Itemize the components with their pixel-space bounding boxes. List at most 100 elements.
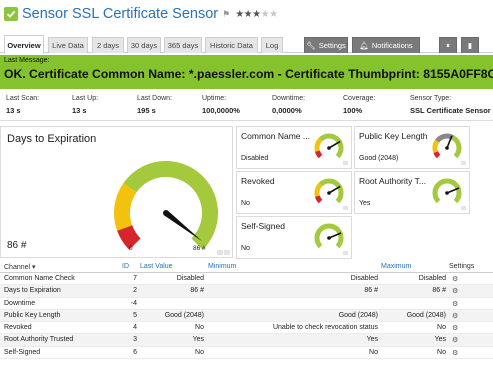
tab-365-days[interactable]: 365 days [164, 37, 202, 53]
cell-last-value: Disabled [176, 275, 204, 282]
table-row[interactable]: Common Name Check 7 Disabled Disabled Disabl… [0, 273, 493, 286]
tab-log[interactable]: Log [261, 37, 283, 53]
table-body: Common Name Check 7 Disabled Disabled Disabl… [0, 273, 493, 360]
tab-notifications-label: Notifications [371, 41, 413, 50]
cell-last-value: Yes [192, 336, 204, 344]
cell-last-value: Good (2048) [164, 311, 204, 319]
tab-bar: Overview Live Data 2 days 30 days 365 da… [0, 35, 493, 54]
stat-label: Sensor Type: [410, 95, 452, 102]
stat-value: 0,0000% [272, 106, 302, 115]
gear-icon[interactable]: ⚙ [452, 287, 458, 295]
gauge-revoked[interactable]: Revoked No [236, 171, 352, 214]
col-id[interactable]: ID [122, 263, 129, 270]
tab-settings[interactable]: 🔧︎ Settings [304, 37, 348, 53]
cell-channel: Revoked [4, 324, 32, 332]
stat-label: Last Down: [137, 95, 173, 102]
gauge-public-key-length[interactable]: Public Key Length Good (2048) [354, 126, 470, 169]
gauge-dial [114, 160, 218, 250]
stat-label: Last Up: [72, 95, 99, 102]
tab-30-days[interactable]: 30 days [127, 37, 161, 53]
stat-label: Last Scan: [6, 95, 40, 102]
gauge-hub [327, 236, 331, 240]
gauge-root-authority[interactable]: Root Authority T... Yes [354, 171, 470, 214]
last-message-bar: Last Message: OK. Certificate Common Nam… [0, 55, 493, 89]
mini-gauge-dial [432, 178, 462, 204]
cell-id: 5 [133, 311, 137, 319]
table-row[interactable]: Days to Expiration 2 86 # 86 # 86 # ⚙ [0, 285, 493, 298]
star-icon[interactable]: ★ [261, 9, 270, 20]
gear-icon[interactable]: ⚙ [452, 275, 458, 283]
cell-id: 6 [133, 348, 137, 356]
delete-icon[interactable]: ▮ [461, 37, 479, 53]
gear-icon[interactable]: ⚙ [452, 349, 458, 357]
gauge-value: No [241, 245, 250, 252]
priority-stars[interactable]: ★★★★★ [235, 9, 278, 20]
gauge-zone [433, 151, 441, 159]
pause-icon[interactable]: ⏸ [439, 37, 457, 53]
gauge-hub [445, 146, 449, 150]
cell-last-value: No [195, 324, 204, 332]
cell-minimum: Unable to check revocation status [272, 324, 378, 332]
tab-settings-label: Settings [318, 41, 346, 50]
cell-maximum: 86 # [432, 287, 446, 295]
flag-icon[interactable]: ⚑ [222, 9, 230, 20]
stat-value: SSL Certificate Sensor [410, 106, 491, 115]
gauge-name: Public Key Length [359, 131, 428, 141]
stat-value: 100% [343, 106, 363, 115]
gear-icon[interactable]: ⚙ [452, 300, 458, 308]
gauge-zone [432, 139, 440, 153]
cell-id: 3 [133, 336, 137, 344]
stat-coverage: Coverage: 100% [343, 95, 375, 115]
gauge-value: 86 # [7, 240, 27, 251]
star-icon[interactable]: ★ [252, 9, 261, 20]
tab-notifications[interactable]: 🔔︎ Notifications [352, 37, 420, 53]
mini-gauge-dial [314, 133, 344, 159]
col-minimum[interactable]: Minimum [208, 263, 236, 270]
mini-gauge-dial [314, 178, 344, 204]
last-message-text: OK. Certificate Common Name: *.paessler.… [4, 67, 493, 81]
cell-last-value: 86 # [190, 287, 204, 295]
table-row[interactable]: Downtime -4 ⚙ [0, 298, 493, 310]
sort-down-icon: ▾ [32, 264, 36, 271]
col-maximum[interactable]: Maximum [381, 263, 411, 270]
gear-icon[interactable]: ⚙ [452, 312, 458, 320]
gauge-self-signed[interactable]: Self-Signed No [236, 216, 352, 259]
col-last-value[interactable]: Last Value [140, 263, 173, 270]
cell-minimum: No [369, 348, 378, 356]
cell-id: 2 [133, 287, 137, 295]
gauge-value: Yes [359, 200, 371, 207]
sensor-header: Sensor SSL Certificate Sensor ⚑ ★★★★★ [0, 0, 493, 28]
stat-value: 13 s [6, 106, 21, 115]
table-row[interactable]: Self-Signed 6 No No No ⚙ [0, 347, 493, 360]
gear-icon[interactable]: ⚙ [452, 336, 458, 344]
table-row[interactable]: Root Authority Trusted 3 Yes Yes Yes ⚙ [0, 334, 493, 347]
gear-icon[interactable]: ⚙ [452, 324, 458, 332]
gauge-name: Self-Signed [241, 221, 285, 231]
gauge-green-zone [123, 160, 218, 250]
gauge-common-name[interactable]: Common Name ... Disabled [236, 126, 352, 169]
tab-historic-data[interactable]: Historic Data [205, 37, 258, 53]
tab-2-days[interactable]: 2 days [92, 37, 124, 53]
stat-uptime: Uptime: 100,0000% [202, 95, 240, 115]
tab-live-data[interactable]: Live Data [48, 37, 88, 53]
gauge-yellow-zone [114, 183, 137, 231]
gauge-zone [314, 195, 323, 204]
gauge-red-zone [117, 224, 141, 250]
table-row[interactable]: Revoked 4 No Unable to check revocation sta… [0, 322, 493, 335]
gauge-name: Root Authority T... [359, 176, 426, 186]
star-icon[interactable]: ★ [269, 9, 278, 20]
table-row[interactable]: Public Key Length 5 Good (2048) Good (2048)… [0, 309, 493, 323]
stat-last-up: Last Up: 13 s [72, 95, 98, 115]
wrench-icon: 🔧︎ [306, 41, 316, 50]
star-icon[interactable]: ★ [235, 9, 244, 20]
col-settings: Settings [449, 263, 475, 270]
star-icon[interactable]: ★ [244, 9, 253, 20]
stat-value: 13 s [72, 106, 87, 115]
tab-overview[interactable]: Overview [4, 35, 44, 54]
gauge-mini-controls [216, 248, 230, 257]
col-channel[interactable]: Channel ▾ [4, 263, 36, 271]
gauge-days-to-expiration[interactable]: Days to Expiration 0 86 # 86 # [0, 126, 233, 258]
cell-maximum: No [437, 324, 446, 332]
gauge-value: No [241, 200, 250, 207]
stat-downtime: Downtime: 0,0000% [272, 95, 305, 115]
